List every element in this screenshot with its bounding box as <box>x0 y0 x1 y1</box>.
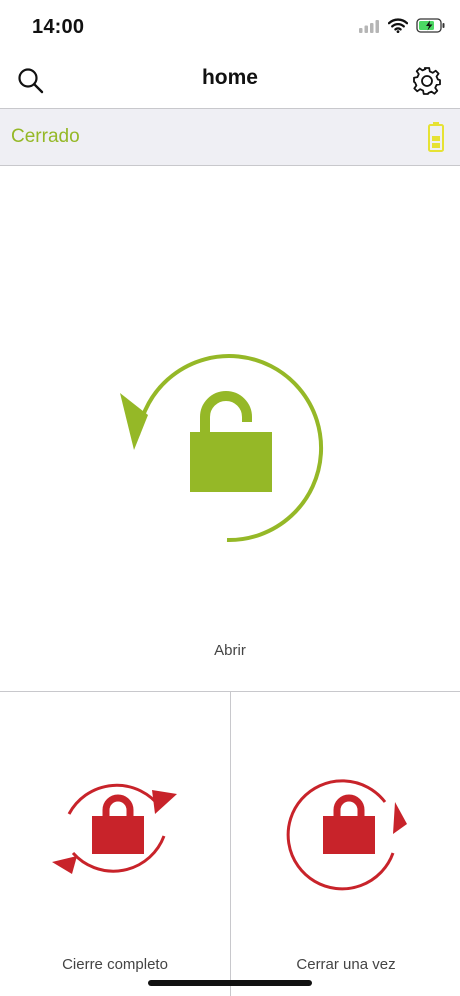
navigation-bar: home <box>0 52 460 108</box>
lock-once-label: Cerrar una vez <box>296 956 396 973</box>
home-indicator[interactable] <box>148 980 312 986</box>
open-label: Abrir <box>214 642 246 659</box>
full-lock-label: Cierre completo <box>62 956 168 973</box>
open-action-button[interactable]: Abrir <box>0 166 460 692</box>
lock-rotate-icon <box>286 779 407 891</box>
page-title: home <box>201 66 258 89</box>
lock-status-strip: Cerrado <box>0 108 460 166</box>
lock-once-action-button[interactable]: Cerrar una vez <box>231 692 460 996</box>
wifi-icon <box>387 18 409 38</box>
cellular-signal-icon <box>358 19 380 38</box>
battery-charging-icon <box>416 18 446 38</box>
battery-icon <box>427 121 445 153</box>
settings-button[interactable] <box>412 66 442 96</box>
gear-icon <box>413 67 441 95</box>
lock-status-label: Cerrado <box>11 126 80 147</box>
status-icons <box>358 18 446 38</box>
lock-double-rotate-icon <box>52 783 177 874</box>
status-time: 14:00 <box>32 16 85 38</box>
status-bar: 14:00 <box>0 0 460 52</box>
full-lock-action-button[interactable]: Cierre completo <box>0 692 230 996</box>
unlock-rotate-icon <box>120 354 324 543</box>
